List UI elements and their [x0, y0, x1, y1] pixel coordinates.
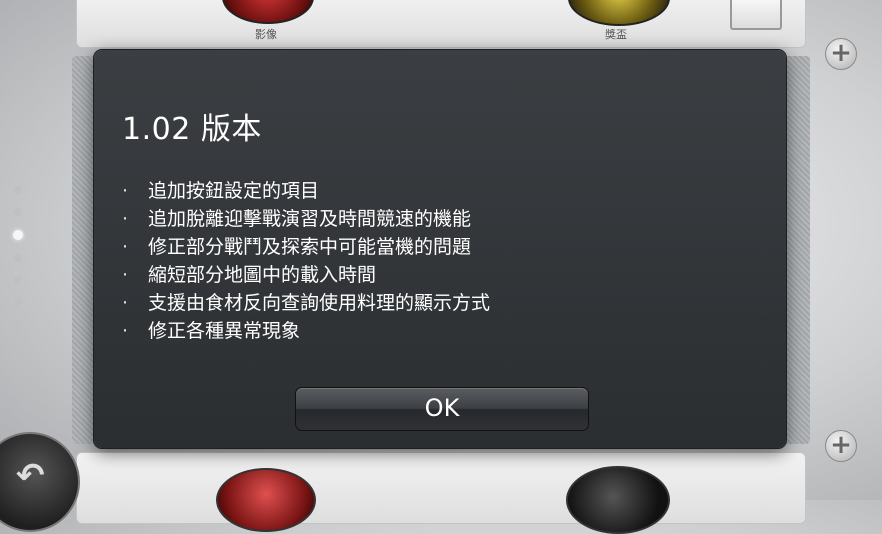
page-indicator	[12, 186, 24, 342]
game-app-icon-dark[interactable]	[566, 466, 670, 534]
list-item: · 修正部分戰鬥及探索中可能當機的問題	[122, 233, 490, 261]
bullet-icon: ·	[122, 208, 129, 230]
list-item: · 支援由食材反向查詢使用料理的顯示方式	[122, 289, 490, 317]
add-page-bottom-plus-icon[interactable]: +	[825, 430, 857, 462]
note-text: 支援由食材反向查詢使用料理的顯示方式	[148, 292, 491, 314]
add-page-top-plus-icon[interactable]: +	[825, 38, 857, 70]
note-text: 修正部分戰鬥及探索中可能當機的問題	[148, 236, 472, 258]
page-dot-active-icon[interactable]	[13, 230, 23, 240]
page-dot-icon[interactable]	[14, 320, 22, 328]
note-text: 修正各種異常現象	[148, 320, 301, 342]
bullet-icon: ·	[122, 292, 129, 314]
home-panel-bottom	[76, 452, 806, 524]
list-item: · 縮短部分地圖中的載入時間	[122, 261, 490, 289]
page-dot-icon[interactable]	[14, 254, 22, 262]
back-arrow-icon: ↶	[16, 456, 45, 496]
bullet-icon: ·	[122, 320, 129, 342]
page-dot-icon[interactable]	[14, 186, 22, 194]
trophy-app-label: 獎盃	[605, 28, 627, 41]
ok-button[interactable]: OK	[295, 387, 589, 431]
list-item: · 追加按鈕設定的項目	[122, 177, 490, 205]
game-app-icon-red[interactable]	[216, 468, 316, 532]
bullet-icon: ·	[122, 180, 129, 202]
home-panel-top	[76, 0, 806, 48]
folder-icon[interactable]	[730, 0, 782, 30]
note-text: 追加脫離迎擊戰演習及時間競速的機能	[148, 208, 472, 230]
note-text: 追加按鈕設定的項目	[148, 180, 320, 202]
video-app-label: 影像	[255, 28, 277, 41]
dialog-title: 1.02 版本	[122, 112, 262, 147]
page-dot-icon[interactable]	[14, 208, 22, 216]
bullet-icon: ·	[122, 264, 129, 286]
update-notes-list: · 追加按鈕設定的項目 · 追加脫離迎擊戰演習及時間競速的機能 · 修正部分戰鬥及探索…	[122, 177, 490, 345]
list-item: · 修正各種異常現象	[122, 317, 490, 345]
bullet-icon: ·	[122, 236, 129, 258]
note-text: 縮短部分地圖中的載入時間	[148, 264, 377, 286]
update-notes-dialog: 1.02 版本 · 追加按鈕設定的項目 · 追加脫離迎擊戰演習及時間競速的機能 · 修…	[94, 50, 786, 448]
back-button[interactable]: ↶	[0, 432, 80, 532]
page-dot-icon[interactable]	[14, 276, 22, 284]
list-item: · 追加脫離迎擊戰演習及時間競速的機能	[122, 205, 490, 233]
page-dot-icon[interactable]	[14, 298, 22, 306]
